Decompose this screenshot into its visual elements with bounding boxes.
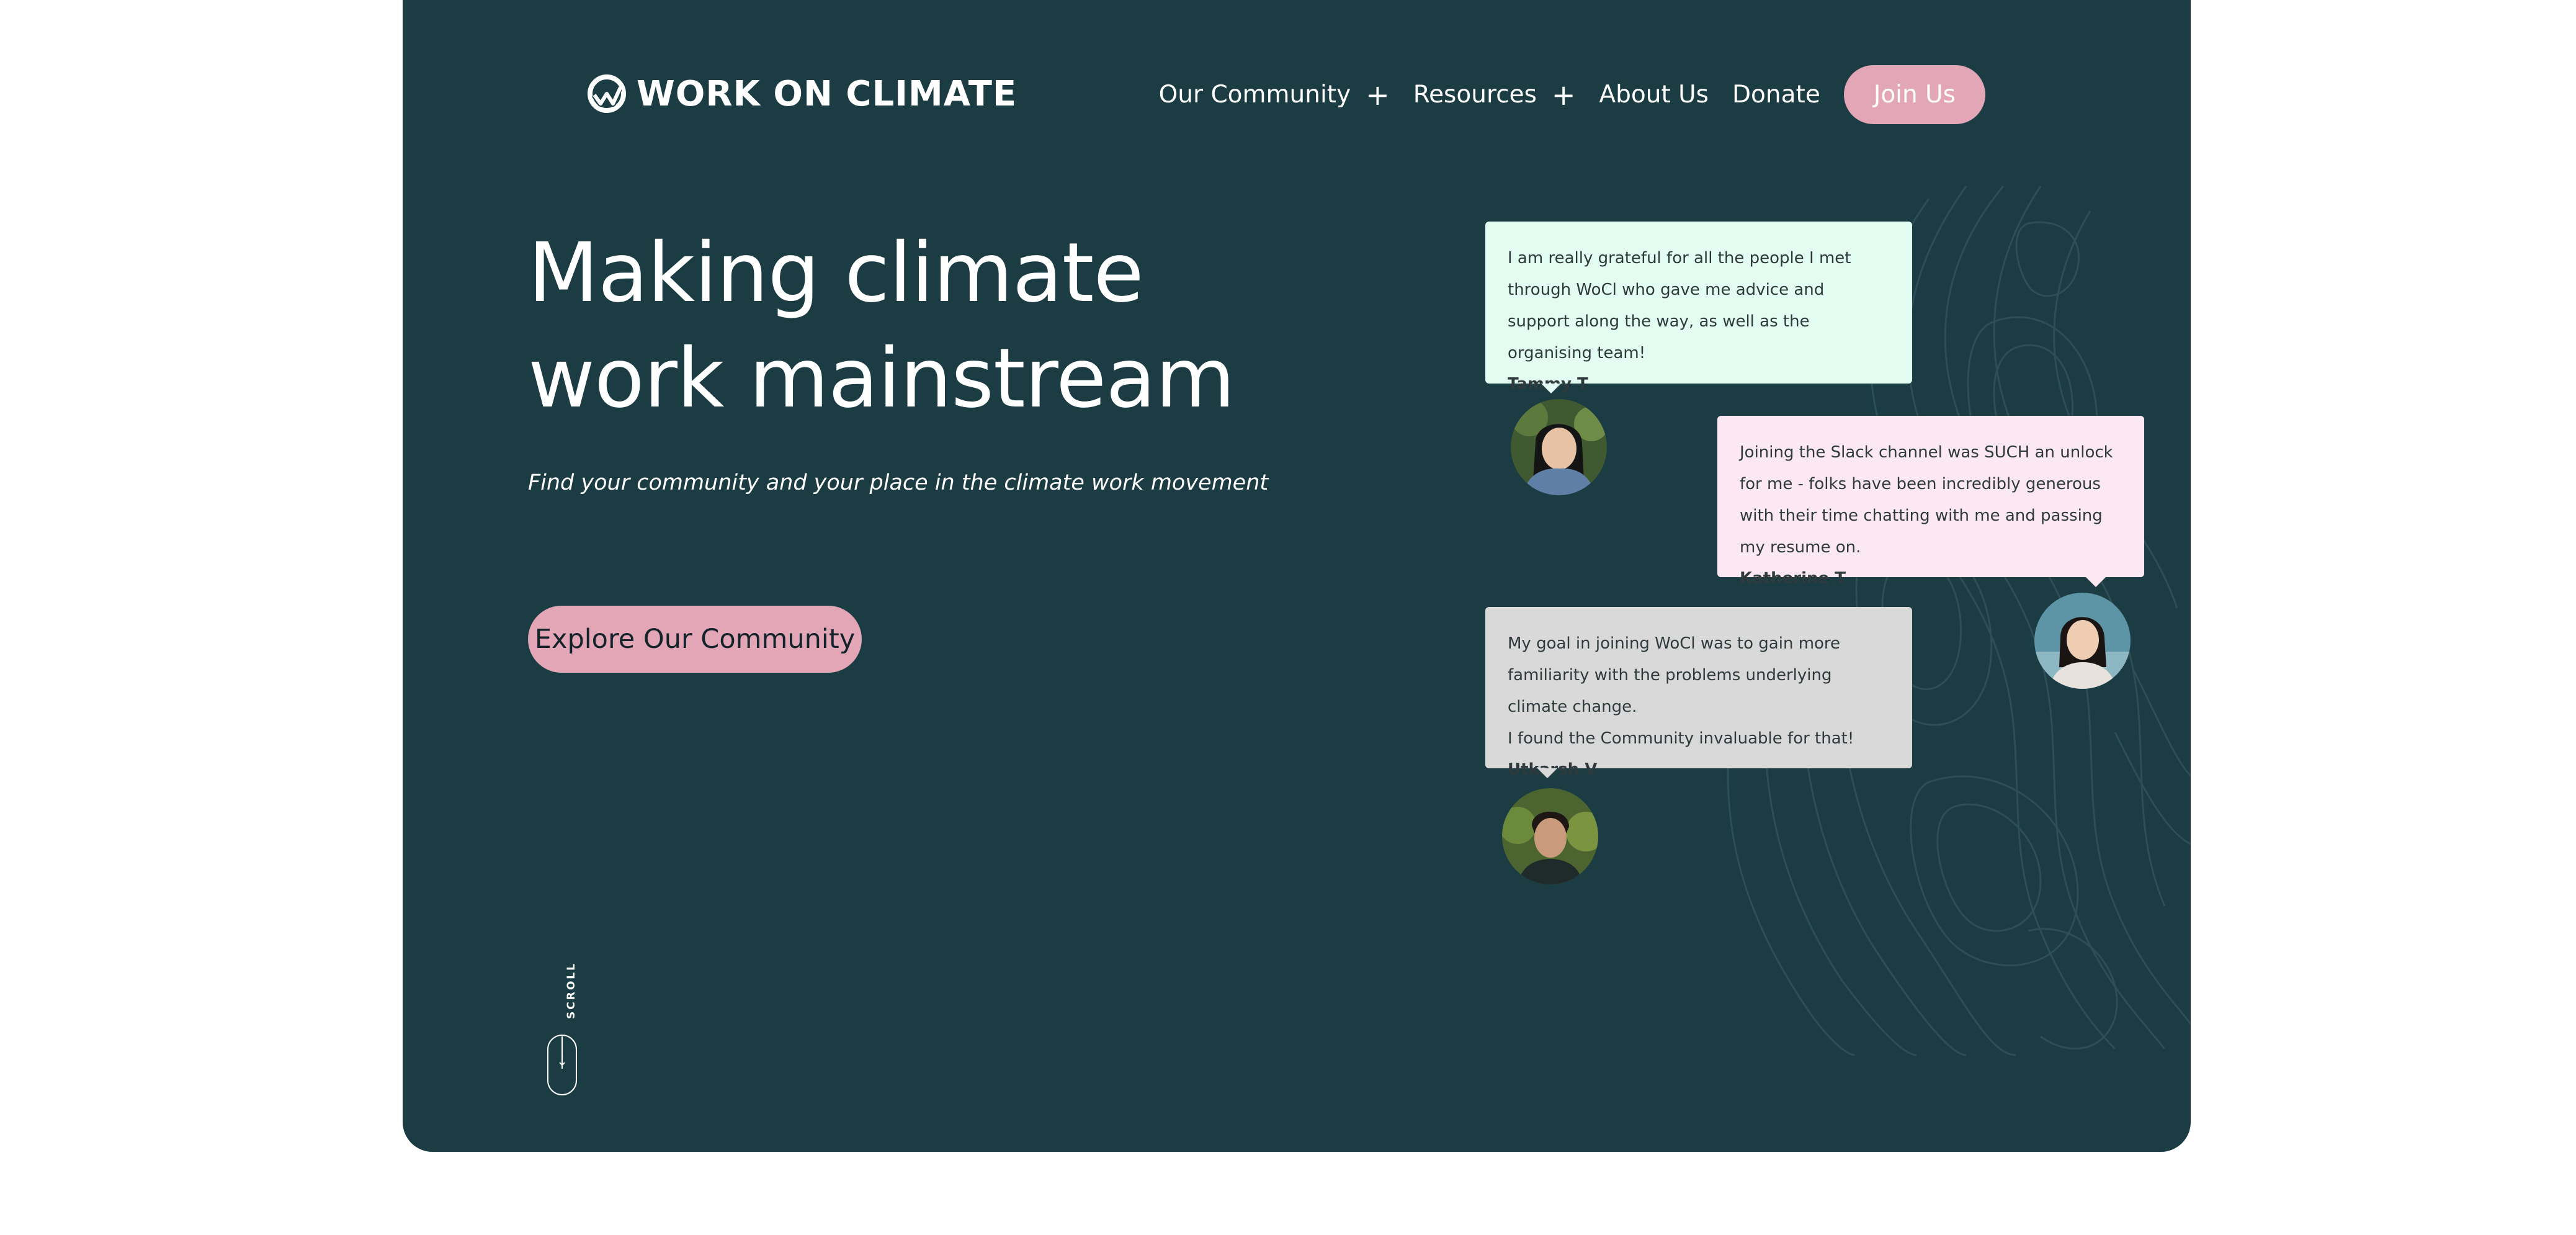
testimonial-quote-line: My goal in joining WoCl was to gain more… (1508, 634, 1841, 716)
scroll-hint[interactable]: SCROLL (559, 962, 578, 1019)
hero-section: WORK ON CLIMATE Our Community + Resource… (403, 0, 2191, 1152)
testimonial-author: Katherine T (1740, 569, 1846, 588)
hero-headline: Making climate work mainstream (528, 225, 1235, 426)
testimonial-card: Joining the Slack channel was SUCH an un… (1717, 416, 2144, 588)
testimonial-quote: My goal in joining WoCl was to gain more… (1508, 628, 1890, 755)
site-logo[interactable]: WORK ON CLIMATE (586, 71, 1017, 116)
nav-item-label: About Us (1599, 81, 1709, 109)
testimonial-card: My goal in joining WoCl was to gain more… (1485, 607, 1912, 779)
wave-circle-logo-icon (588, 74, 626, 113)
nav-item-label: Donate (1732, 81, 1820, 109)
avatar (1502, 788, 1598, 884)
nav-resources[interactable]: Resources + (1413, 81, 1576, 109)
plus-icon: + (1551, 78, 1576, 112)
nav-item-label: Resources (1413, 81, 1537, 109)
scroll-label: SCROLL (565, 962, 578, 1019)
nav-donate[interactable]: Donate (1732, 81, 1820, 109)
testimonial-author: Tammy T (1508, 375, 1588, 393)
plus-icon: + (1366, 78, 1390, 112)
main-nav: Our Community + Resources + About Us Don… (1159, 65, 1985, 124)
nav-item-label: Our Community (1158, 81, 1351, 109)
explore-community-button[interactable]: Explore Our Community (528, 606, 862, 673)
join-us-button[interactable]: Join Us (1843, 65, 1985, 124)
avatar (2034, 593, 2131, 689)
person-photo-icon (2034, 593, 2131, 689)
brand-name: WORK ON CLIMATE (637, 73, 1017, 114)
testimonial-quote: Joining the Slack channel was SUCH an un… (1740, 443, 2113, 557)
person-photo-icon (1502, 788, 1598, 884)
testimonial-quote: I am really grateful for all the people … (1508, 249, 1851, 362)
person-photo-icon (1511, 399, 1607, 495)
testimonial-quote-line: I found the Community invaluable for tha… (1508, 729, 1854, 748)
testimonial-card: I am really grateful for all the people … (1485, 222, 1912, 393)
avatar (1511, 399, 1607, 495)
testimonial-author: Utkarsh V (1508, 760, 1598, 779)
nav-our-community[interactable]: Our Community + (1159, 81, 1390, 109)
arrow-down-icon: ↓ (557, 1054, 568, 1069)
nav-about-us[interactable]: About Us (1599, 81, 1709, 109)
hero-subheadline: Find your community and your place in th… (528, 470, 1269, 495)
